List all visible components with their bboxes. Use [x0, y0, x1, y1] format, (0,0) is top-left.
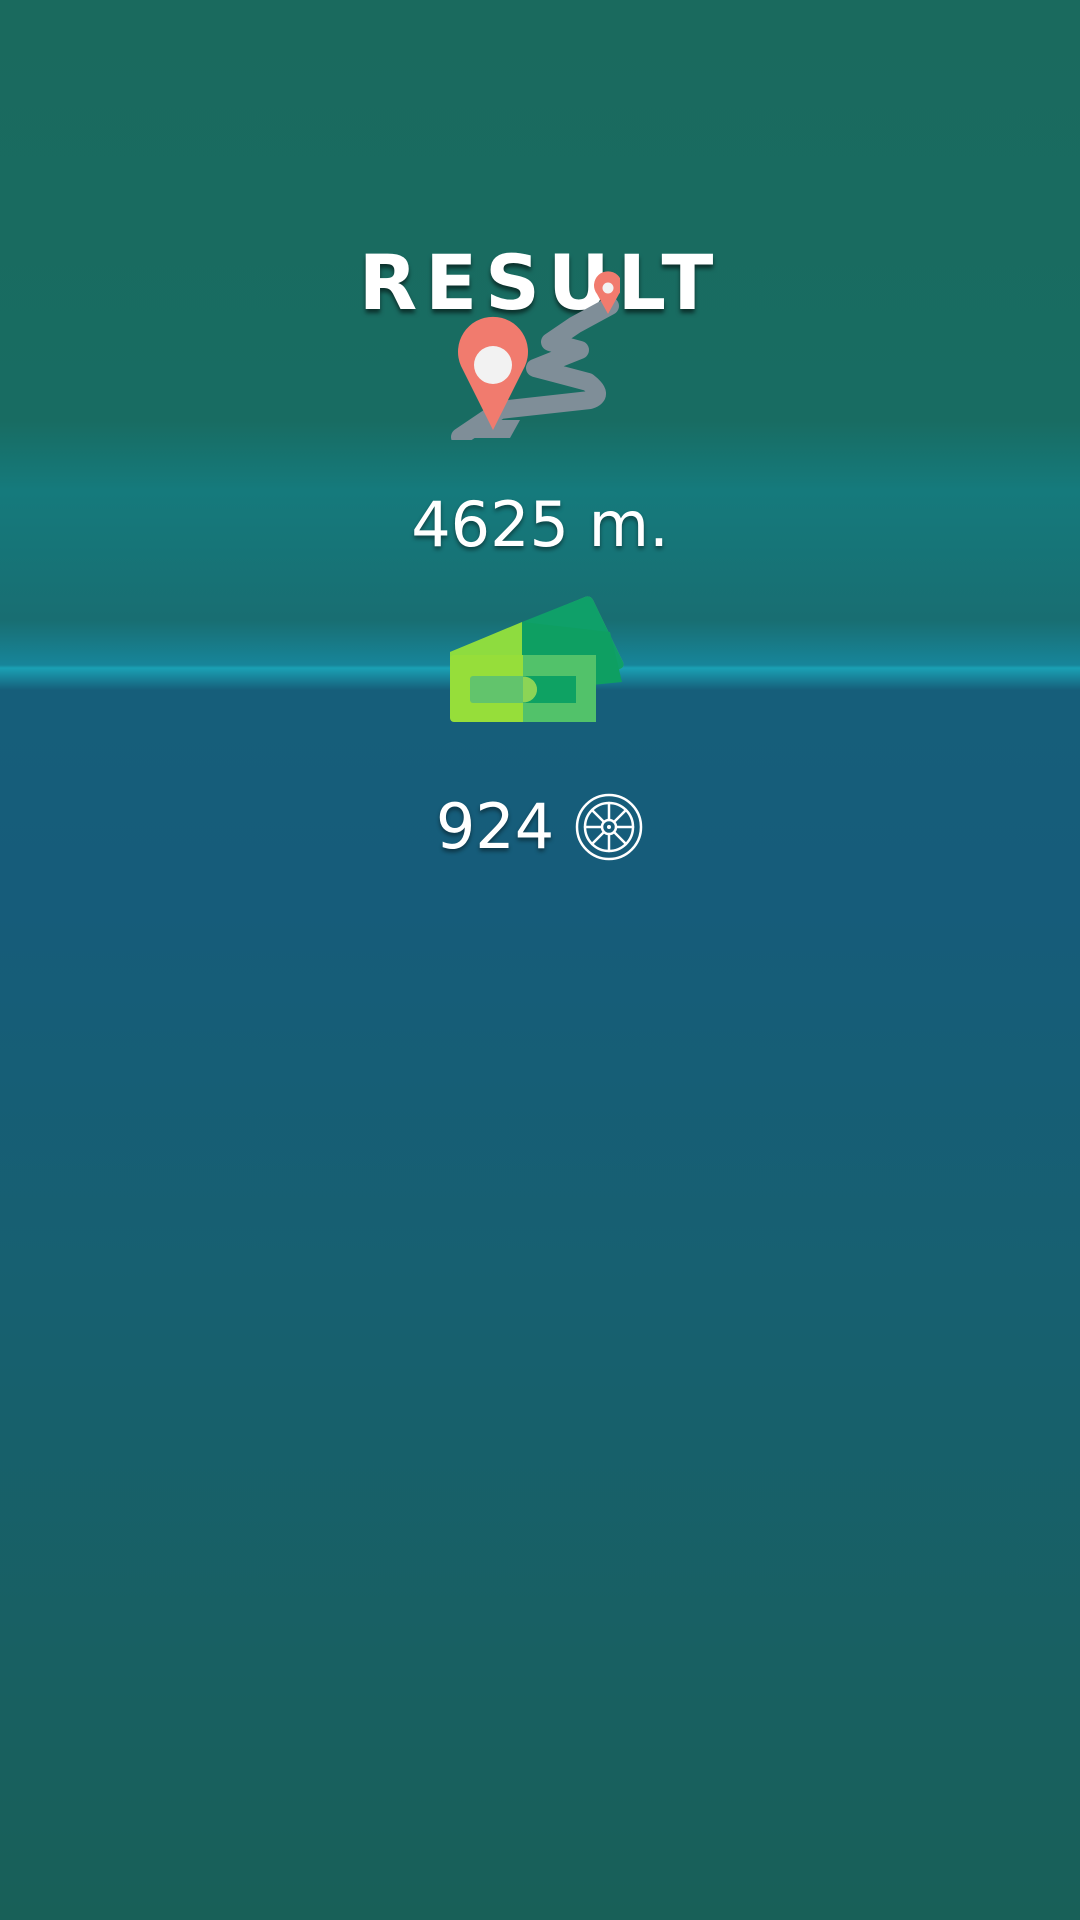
coins-row: 924 — [0, 790, 1080, 863]
coins-value: 924 — [435, 790, 555, 863]
route-map-pin-icon — [451, 271, 620, 440]
distance-value: 4625 m. — [411, 488, 669, 561]
wheel-coin-icon — [575, 793, 643, 860]
cash-banknotes-icon — [450, 596, 624, 722]
